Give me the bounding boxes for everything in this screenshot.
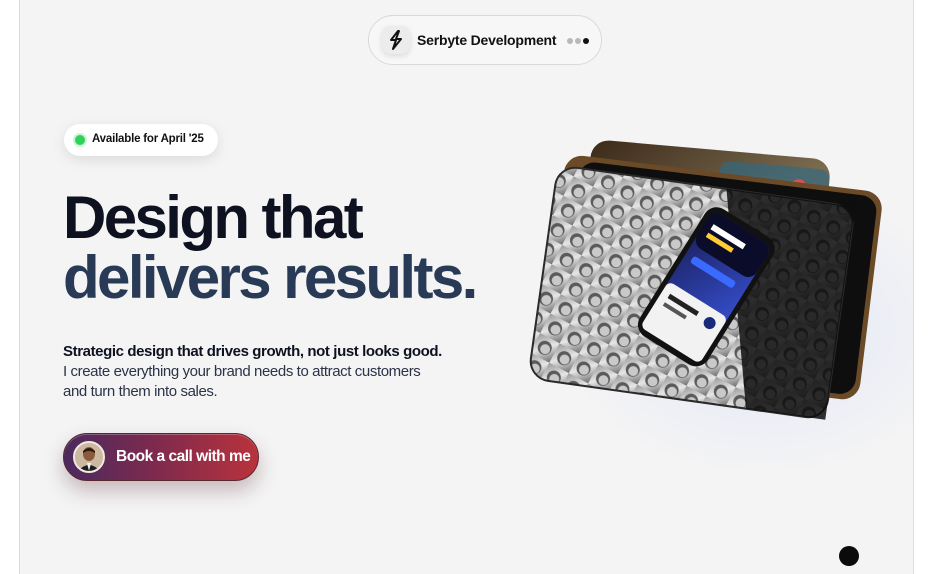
availability-badge: Available for April '25: [64, 124, 218, 156]
lightning-icon[interactable]: [382, 26, 410, 54]
dots-menu-icon[interactable]: [567, 36, 593, 46]
subtext-rest: I create everything your brand needs to …: [63, 363, 421, 400]
headline-line-2: delivers results.: [63, 244, 478, 311]
page-frame: Serbyte Development Available for April …: [19, 0, 914, 574]
headline-line-1: Design that: [63, 184, 364, 251]
menu-dot: [583, 38, 589, 44]
status-dot-icon: [75, 135, 85, 145]
cursor-dot: [839, 546, 859, 566]
cta-label: Book a call with me: [116, 448, 251, 465]
hero-subtext: Strategic design that drives growth, not…: [63, 342, 443, 402]
availability-text: Available for April '25: [92, 133, 204, 145]
menu-dot: [575, 38, 581, 44]
book-call-button[interactable]: Book a call with me: [63, 433, 259, 481]
brand-name[interactable]: Serbyte Development: [417, 32, 557, 48]
hero-headline: Design that delivers results.: [63, 184, 478, 311]
hero-image-stack: [512, 130, 882, 430]
nav-pill: Serbyte Development: [368, 15, 602, 65]
avatar: [73, 441, 105, 473]
menu-dot: [567, 38, 573, 44]
subtext-bold: Strategic design that drives growth, not…: [63, 343, 442, 360]
